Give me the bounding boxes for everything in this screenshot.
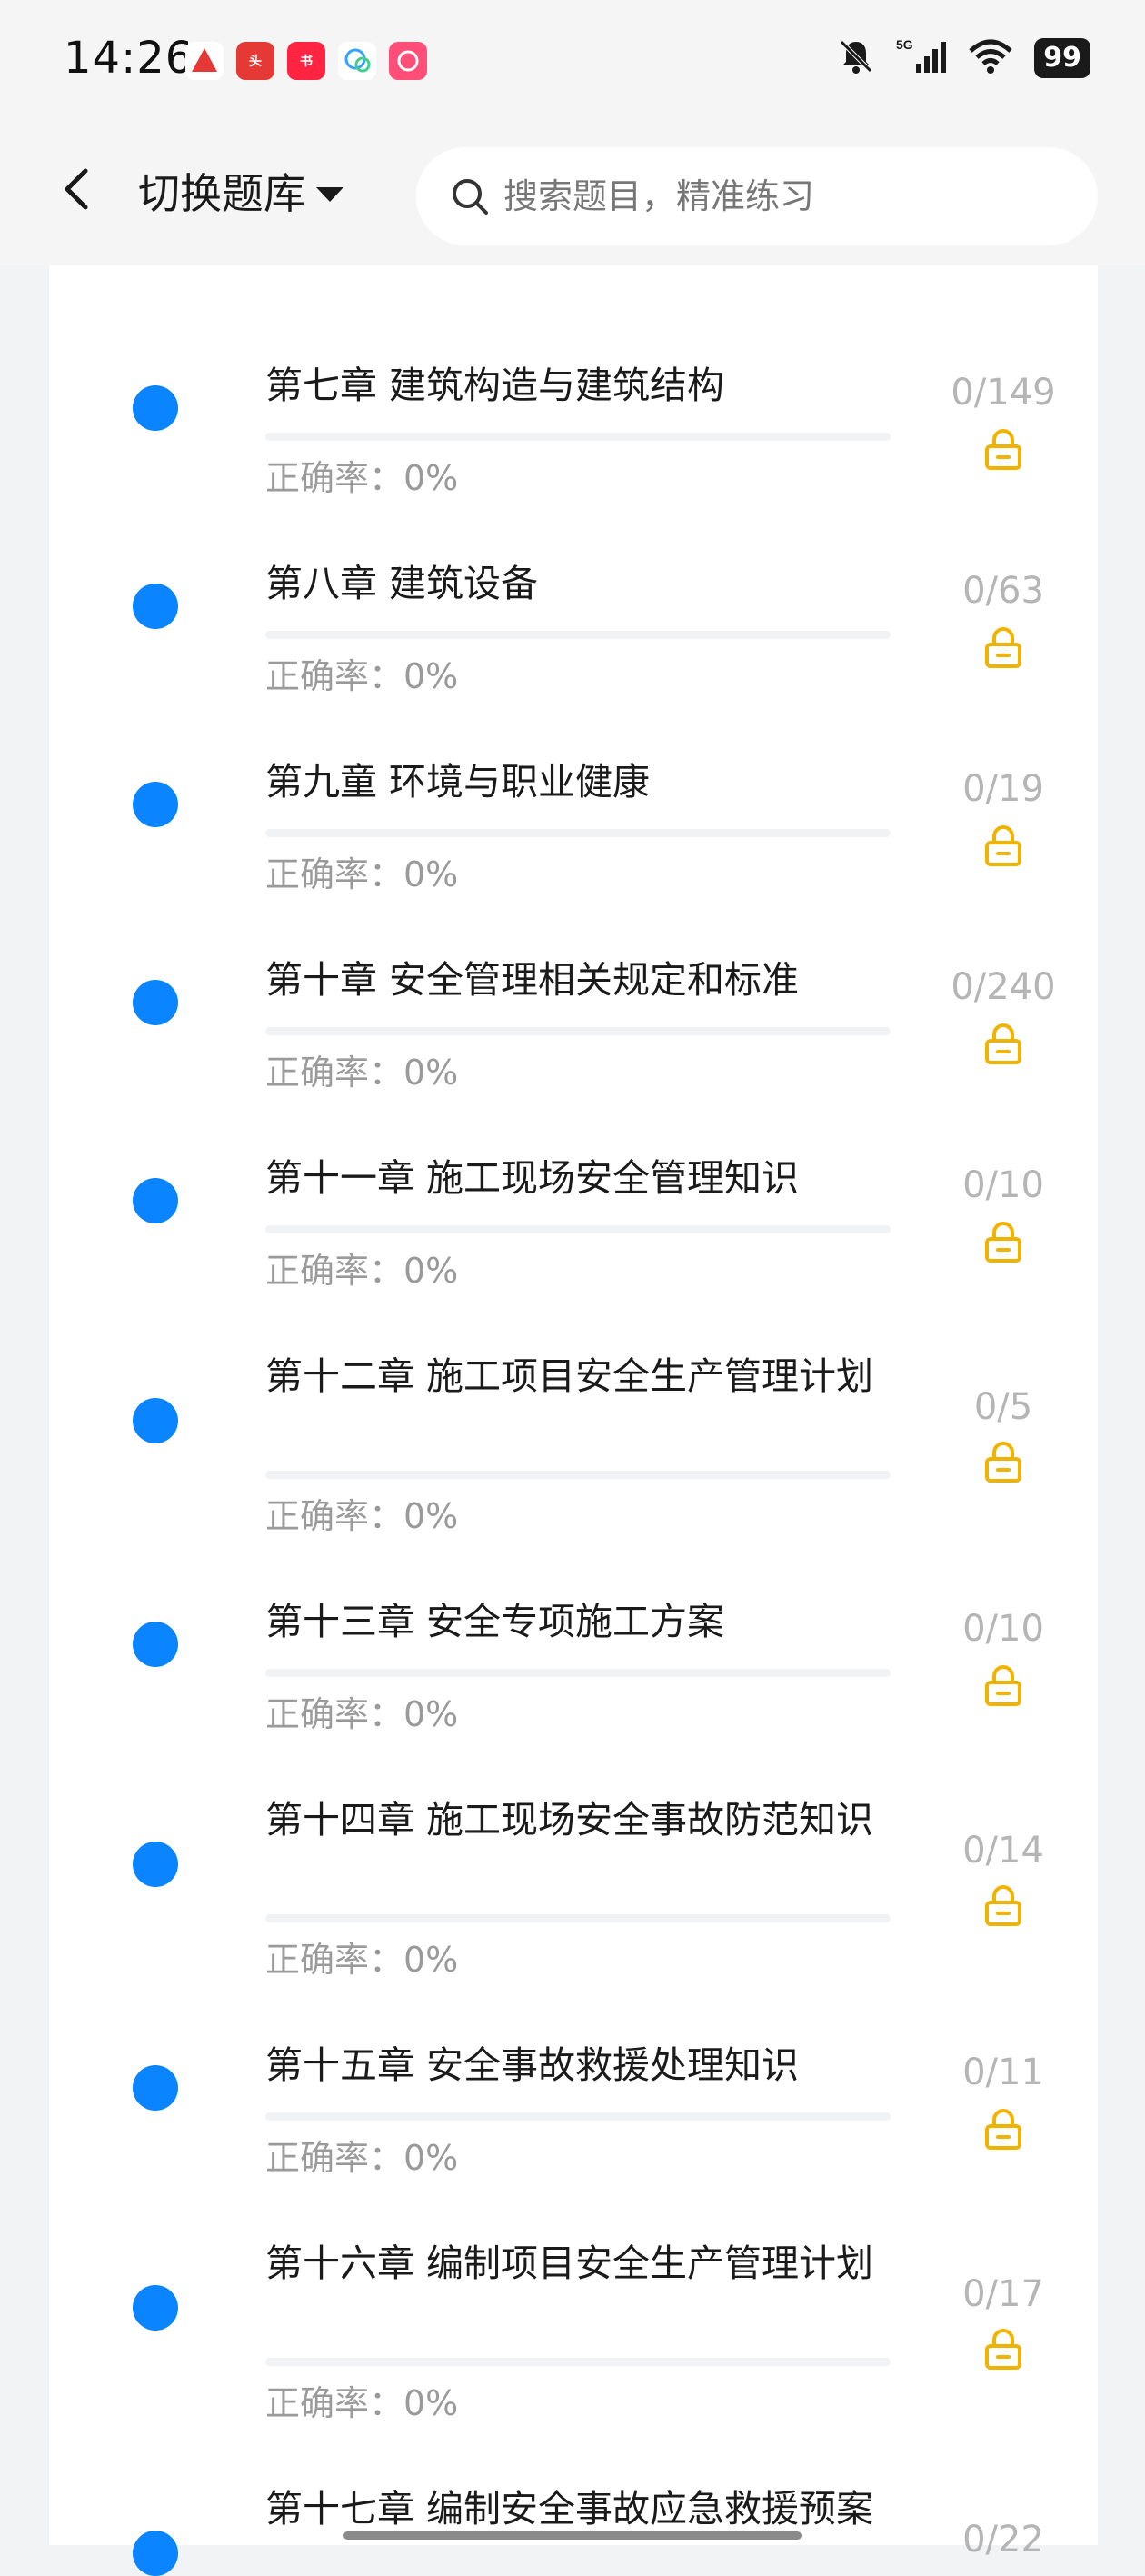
switch-bank-label: 切换题库: [138, 169, 305, 218]
chapter-progress-bar: [265, 1027, 891, 1035]
lock-icon: [976, 2323, 1030, 2374]
search-input[interactable]: [502, 175, 1050, 217]
chapter-accuracy: 正确率：0%: [265, 1496, 459, 1536]
chapter-question-count: 0/17: [962, 2273, 1044, 2315]
chapter-progress-bar: [265, 2358, 891, 2366]
chapter-bullet: [133, 2285, 178, 2331]
switch-question-bank-dropdown[interactable]: 切换题库: [138, 164, 345, 218]
search-box[interactable]: [416, 147, 1098, 245]
chapter-progress-bar: [265, 2112, 891, 2121]
chapter-accuracy: 正确率：0%: [265, 2138, 459, 2178]
chapter-accuracy: 正确率：0%: [265, 1694, 459, 1734]
chapter-title: 第八章 建筑设备: [265, 562, 539, 605]
chapter-accuracy: 正确率：0%: [265, 656, 459, 696]
chapter-bullet: [133, 584, 178, 629]
chevron-left-icon: [58, 165, 95, 216]
chapter-accuracy: 正确率：0%: [265, 1251, 459, 1291]
chapter-title: 第十四章 施工现场安全事故防范知识: [265, 1798, 874, 1842]
caret-down-icon: [314, 166, 345, 215]
app-icon-pink: [389, 42, 427, 80]
mute-bell-icon: [836, 36, 876, 80]
app-icon-xiaohongshu: 书: [287, 42, 325, 80]
chapter-bullet: [133, 2531, 178, 2576]
lock-icon: [976, 820, 1030, 871]
chapter-title: 第十五章 安全事故救援处理知识: [265, 2043, 800, 2087]
wifi-icon: [967, 36, 1014, 80]
lock-icon: [976, 1018, 1030, 1069]
chapter-question-count: 0/22: [962, 2519, 1044, 2561]
chapter-question-count: 0/240: [951, 966, 1056, 1008]
app-icon-red-logo: [185, 42, 224, 80]
chapter-question-count: 0/10: [962, 1164, 1044, 1206]
status-time: 14:26: [64, 33, 194, 84]
chapter-title: 第十二章 施工项目安全生产管理计划: [265, 1354, 874, 1398]
chapter-bullet: [133, 1842, 178, 1887]
chapter-accuracy: 正确率：0%: [265, 1940, 459, 1980]
chapter-title: 第十一章 施工现场安全管理知识: [265, 1156, 800, 1200]
chapter-title: 第十三章 安全专项施工方案: [265, 1600, 725, 1643]
chapter-question-count: 0/10: [962, 1608, 1044, 1650]
status-bar: 14:26 头 书 5G 99: [0, 0, 1145, 127]
system-icons: 5G 99: [836, 36, 1090, 80]
chapter-question-count: 0/149: [951, 372, 1056, 414]
chapter-question-count: 0/5: [973, 1386, 1033, 1428]
app-icon-toutiao: 头: [236, 42, 274, 80]
chapter-progress-bar: [265, 433, 891, 441]
chapter-question-count: 0/11: [962, 2052, 1044, 2093]
signal-5g-icon: 5G: [896, 36, 947, 80]
chapter-bullet: [133, 1398, 178, 1443]
lock-icon: [976, 1216, 1030, 1267]
chapter-progress-bar: [265, 1914, 891, 1922]
chapter-bullet: [133, 782, 178, 827]
chapter-question-count: 0/19: [962, 768, 1044, 810]
chapter-bullet: [133, 980, 178, 1025]
lock-icon: [976, 1880, 1030, 1931]
svg-text:5G: 5G: [896, 37, 913, 52]
chapter-progress-bar: [265, 1471, 891, 1479]
chapter-bullet: [133, 385, 178, 431]
app-icon-chat: [338, 42, 376, 80]
lock-icon: [976, 1660, 1030, 1711]
chapter-question-count: 0/63: [962, 570, 1044, 612]
chapter-progress-bar: [265, 1225, 891, 1233]
top-nav-bar: 切换题库: [0, 127, 1145, 265]
chapter-bullet: [133, 1622, 178, 1667]
chapter-list: 第七章 建筑构造与建筑结构 正确率：0% 0/149 第八章 建筑设备 正确率：…: [49, 265, 1098, 2576]
chapter-title: 第七章 建筑构造与建筑结构: [265, 364, 725, 407]
chapter-accuracy: 正确率：0%: [265, 854, 459, 894]
lock-icon: [976, 622, 1030, 673]
search-icon: [449, 175, 491, 217]
chapter-question-count: 0/14: [962, 1830, 1044, 1872]
chapter-bullet: [133, 2065, 178, 2111]
chapter-progress-bar: [265, 1669, 891, 1677]
chapter-title: 第十章 安全管理相关规定和标准: [265, 958, 800, 1002]
chapter-accuracy: 正确率：0%: [265, 458, 459, 498]
home-indicator[interactable]: [344, 2531, 802, 2540]
chapter-title: 第九童 环境与职业健康: [265, 760, 651, 804]
notification-icons: 头 书: [185, 42, 427, 80]
battery-indicator: 99: [1034, 38, 1090, 78]
lock-icon: [976, 2103, 1030, 2154]
chapter-bullet: [133, 1178, 178, 1223]
lock-icon: [976, 424, 1030, 474]
chapter-progress-bar: [265, 829, 891, 837]
chapter-accuracy: 正确率：0%: [265, 1053, 459, 1093]
chapter-title: 第十七章 编制安全事故应急救援预案: [265, 2487, 874, 2531]
chapter-progress-bar: [265, 631, 891, 639]
lock-icon: [976, 1436, 1030, 1487]
chapter-accuracy: 正确率：0%: [265, 2383, 459, 2423]
back-button[interactable]: [49, 164, 104, 218]
chapter-title: 第十六章 编制项目安全生产管理计划: [265, 2242, 874, 2285]
